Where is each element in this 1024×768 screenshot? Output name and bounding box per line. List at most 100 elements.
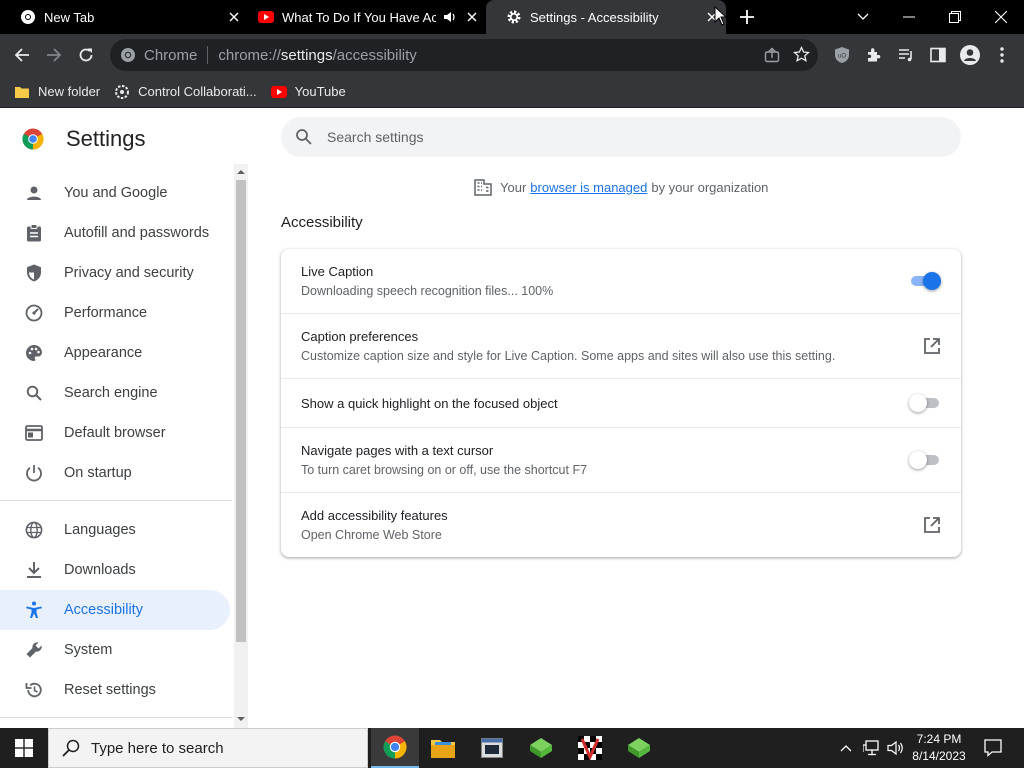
tab-settings-accessibility[interactable]: Settings - Accessibility bbox=[486, 0, 726, 34]
sidebar-item-label: Performance bbox=[64, 305, 148, 321]
taskbar-chrome[interactable] bbox=[371, 728, 419, 768]
tab-new-tab[interactable]: New Tab bbox=[0, 0, 248, 34]
taskbar-search-box[interactable]: Type here to search bbox=[48, 728, 368, 768]
bookmark-youtube[interactable]: YouTube bbox=[270, 84, 346, 100]
close-window-button[interactable] bbox=[978, 0, 1024, 34]
chrome-icon bbox=[20, 9, 36, 25]
bookmark-star-icon[interactable] bbox=[793, 46, 810, 63]
search-settings-input[interactable]: Search settings bbox=[281, 117, 961, 157]
bookmark-control-collaboration[interactable]: Control Collaborati... bbox=[114, 84, 257, 100]
live-caption-toggle[interactable] bbox=[909, 272, 941, 290]
sidebar-item-label: Languages bbox=[64, 522, 136, 538]
extensions-icon[interactable] bbox=[862, 43, 886, 67]
sidebar-item-reset-settings[interactable]: Reset settings bbox=[0, 670, 230, 710]
page-title: Settings bbox=[66, 126, 146, 151]
caption-preferences-row[interactable]: Caption preferences Customize caption si… bbox=[281, 314, 961, 379]
taskbar-file-explorer[interactable] bbox=[419, 728, 467, 768]
row-subtitle: To turn caret browsing on or off, use th… bbox=[301, 463, 588, 477]
caret-browsing-row[interactable]: Navigate pages with a text cursor To tur… bbox=[281, 428, 961, 493]
tab-strip: New Tab What To Do If You Have Acci Sett… bbox=[0, 0, 1024, 34]
sidebar-item-search-engine[interactable]: Search engine bbox=[0, 373, 230, 413]
divider bbox=[207, 46, 209, 64]
ublock-extension-icon[interactable]: uO bbox=[830, 43, 854, 67]
start-button[interactable] bbox=[0, 728, 48, 768]
youtube-icon bbox=[258, 9, 274, 25]
scrollbar-thumb[interactable] bbox=[236, 180, 246, 642]
managed-link[interactable]: browser is managed bbox=[530, 180, 647, 195]
sidebar-item-on-startup[interactable]: On startup bbox=[0, 453, 230, 493]
sidebar-item-you-and-google[interactable]: You and Google bbox=[0, 173, 230, 213]
sidebar-item-downloads[interactable]: Downloads bbox=[0, 550, 230, 590]
minimize-button[interactable] bbox=[886, 0, 932, 34]
search-placeholder: Search settings bbox=[327, 129, 424, 145]
wrench-icon bbox=[24, 640, 44, 660]
profile-avatar-icon[interactable] bbox=[958, 43, 982, 67]
sidebar-item-default-browser[interactable]: Default browser bbox=[0, 413, 230, 453]
bookmark-new-folder[interactable]: New folder bbox=[14, 84, 100, 100]
sidebar-item-system[interactable]: System bbox=[0, 630, 230, 670]
add-accessibility-features-row[interactable]: Add accessibility features Open Chrome W… bbox=[281, 493, 961, 557]
sidebar-item-appearance[interactable]: Appearance bbox=[0, 333, 230, 373]
row-title: Live Caption bbox=[301, 264, 374, 279]
speedometer-icon bbox=[24, 303, 44, 323]
scroll-up-icon[interactable] bbox=[237, 168, 245, 176]
control-icon bbox=[114, 84, 130, 100]
site-chip-label: Chrome bbox=[144, 46, 198, 64]
clock-time: 7:24 PM bbox=[916, 732, 962, 746]
system-clock[interactable]: 7:24 PM 8/14/2023 bbox=[900, 731, 978, 765]
row-subtitle: Downloading speech recognition files... … bbox=[301, 284, 554, 298]
mouse-cursor-icon bbox=[714, 6, 728, 26]
taskbar-green-app-1[interactable] bbox=[517, 728, 565, 768]
bookmark-label: New folder bbox=[38, 84, 101, 99]
row-subtitle: Customize caption size and style for Liv… bbox=[301, 349, 836, 363]
youtube-icon bbox=[270, 84, 287, 100]
live-caption-row[interactable]: Live Caption Downloading speech recognit… bbox=[281, 249, 961, 314]
sidebar-item-label: You and Google bbox=[64, 185, 168, 201]
sidebar-scrollbar[interactable] bbox=[234, 164, 248, 728]
speaker-icon[interactable] bbox=[442, 9, 458, 25]
tab-search-button[interactable] bbox=[840, 0, 886, 34]
show-hidden-icons[interactable] bbox=[836, 728, 856, 768]
sidebar-item-privacy[interactable]: Privacy and security bbox=[0, 253, 230, 293]
close-tab-icon[interactable] bbox=[464, 9, 480, 25]
back-button[interactable] bbox=[10, 43, 34, 67]
sidebar-item-performance[interactable]: Performance bbox=[0, 293, 230, 333]
media-controls-icon[interactable] bbox=[894, 43, 918, 67]
restore-button[interactable] bbox=[932, 0, 978, 34]
focus-highlight-row[interactable]: Show a quick highlight on the focused ob… bbox=[281, 379, 961, 428]
tab-youtube-video[interactable]: What To Do If You Have Acci bbox=[238, 0, 486, 34]
taskbar-green-app-2[interactable] bbox=[615, 728, 663, 768]
chrome-site-icon bbox=[121, 48, 135, 62]
reload-button[interactable] bbox=[74, 43, 98, 67]
caret-browsing-toggle[interactable] bbox=[909, 451, 941, 469]
address-bar[interactable]: Chrome chrome://settings/accessibility bbox=[110, 39, 818, 71]
new-tab-button[interactable] bbox=[738, 8, 756, 26]
sidebar-item-accessibility[interactable]: Accessibility bbox=[0, 590, 230, 630]
sidebar-item-autofill[interactable]: Autofill and passwords bbox=[0, 213, 230, 253]
building-icon bbox=[474, 179, 492, 196]
external-link-icon[interactable] bbox=[923, 516, 941, 534]
folder-icon bbox=[14, 84, 30, 100]
managed-notice: Your browser is managed by your organiza… bbox=[474, 178, 768, 196]
network-icon[interactable] bbox=[860, 728, 884, 768]
download-icon bbox=[24, 560, 44, 580]
clock-date: 8/14/2023 bbox=[912, 749, 966, 763]
more-menu-icon[interactable] bbox=[990, 43, 1014, 67]
taskbar-chess-app[interactable] bbox=[566, 728, 614, 768]
external-link-icon[interactable] bbox=[923, 337, 941, 355]
side-panel-icon[interactable] bbox=[926, 43, 950, 67]
scroll-down-icon[interactable] bbox=[237, 715, 245, 723]
focus-highlight-toggle[interactable] bbox=[909, 394, 941, 412]
tab-title: What To Do If You Have Acci bbox=[282, 9, 436, 25]
taskbar-app-window[interactable] bbox=[468, 728, 516, 768]
person-icon bbox=[24, 183, 44, 203]
share-icon[interactable] bbox=[764, 47, 780, 63]
notifications-icon[interactable] bbox=[978, 728, 1008, 768]
forward-button[interactable] bbox=[42, 43, 66, 67]
sidebar-item-label: Autofill and passwords bbox=[64, 225, 210, 241]
app-window-icon bbox=[481, 738, 503, 758]
managed-text-after: by your organization bbox=[651, 179, 769, 195]
sidebar-item-languages[interactable]: Languages bbox=[0, 510, 230, 550]
taskbar-search-placeholder: Type here to search bbox=[91, 739, 224, 757]
row-title: Show a quick highlight on the focused ob… bbox=[301, 396, 558, 411]
